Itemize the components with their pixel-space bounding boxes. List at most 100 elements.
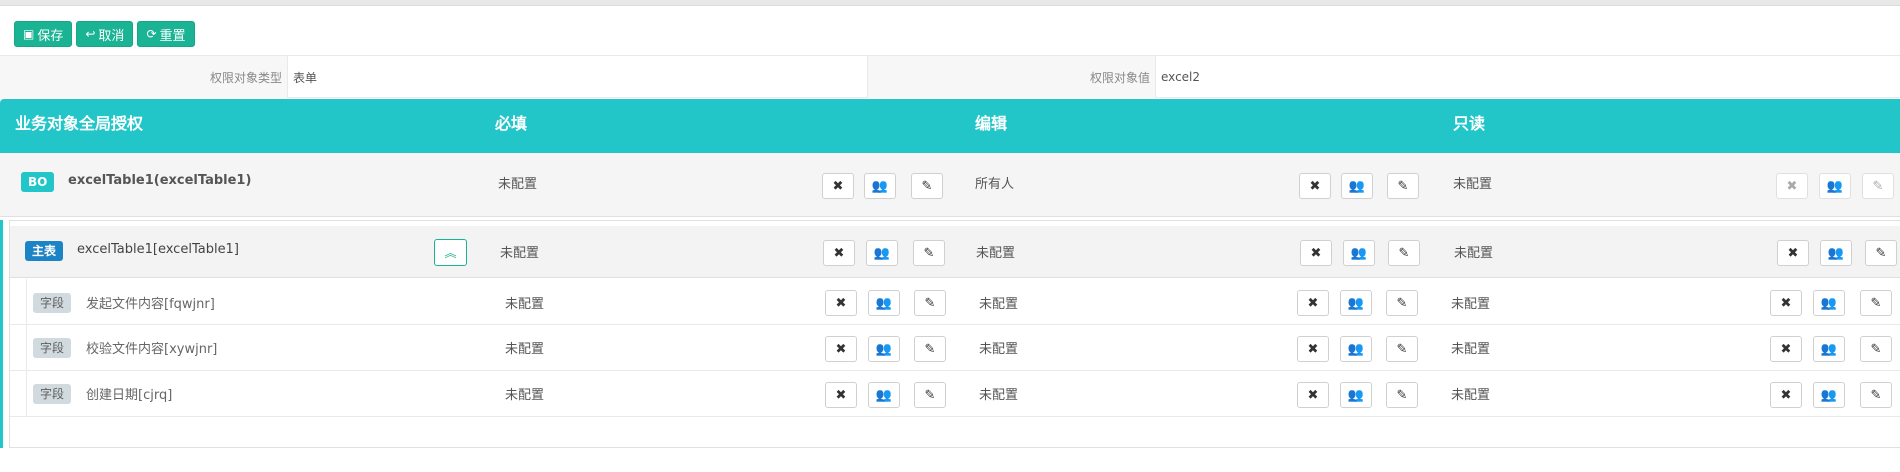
field-required-group-button[interactable]: 👥 bbox=[868, 290, 900, 316]
users-icon: 👥 bbox=[1826, 178, 1844, 194]
field-edit-edit-button[interactable]: ✎ bbox=[1386, 382, 1418, 408]
edit-icon: ✎ bbox=[1396, 295, 1408, 311]
field-required-clear-button[interactable]: ✖ bbox=[825, 336, 857, 362]
main-readonly-edit-button[interactable]: ✎ bbox=[1865, 240, 1897, 266]
users-icon: 👥 bbox=[875, 387, 893, 403]
field-required-edit-button[interactable]: ✎ bbox=[914, 382, 946, 408]
bo-required-clear-button[interactable]: ✖ bbox=[822, 173, 854, 199]
field-readonly-clear-button[interactable]: ✖ bbox=[1770, 290, 1802, 316]
times-icon: ✖ bbox=[1786, 178, 1798, 194]
field-edit-group-button[interactable]: 👥 bbox=[1340, 382, 1372, 408]
save-icon: ▣ bbox=[23, 27, 35, 41]
main-edit-clear-button[interactable]: ✖ bbox=[1300, 240, 1332, 266]
times-icon: ✖ bbox=[833, 245, 845, 261]
main-readonly-clear-button[interactable]: ✖ bbox=[1777, 240, 1809, 266]
bo-edit-value: 所有人 bbox=[975, 177, 1015, 192]
bo-readonly-value: 未配置 bbox=[1453, 177, 1493, 192]
field-readonly-value: 未配置 bbox=[1451, 297, 1491, 312]
reset-button[interactable]: ⟳ 重置 bbox=[137, 21, 195, 47]
field-badge: 字段 bbox=[33, 338, 72, 358]
times-icon: ✖ bbox=[1780, 387, 1792, 403]
edit-icon: ✎ bbox=[921, 178, 933, 194]
field-edit-clear-button[interactable]: ✖ bbox=[1297, 336, 1329, 362]
bo-readonly-clear-button[interactable]: ✖ bbox=[1776, 173, 1808, 199]
header-global-auth: 业务对象全局授权 bbox=[15, 114, 144, 133]
users-icon: 👥 bbox=[1820, 341, 1838, 357]
main-required-edit-button[interactable]: ✎ bbox=[913, 240, 945, 266]
field-edit-group-button[interactable]: 👥 bbox=[1340, 336, 1372, 362]
field-name: 校验文件内容[xywjnr] bbox=[86, 342, 218, 357]
users-icon: 👥 bbox=[875, 341, 893, 357]
bo-edit-edit-button[interactable]: ✎ bbox=[1387, 173, 1419, 199]
field-readonly-group-button[interactable]: 👥 bbox=[1813, 290, 1845, 316]
times-icon: ✖ bbox=[1309, 178, 1321, 194]
times-icon: ✖ bbox=[1307, 387, 1319, 403]
field-required-value: 未配置 bbox=[505, 388, 545, 403]
main-table-row: 主表 excelTable1[excelTable1] ︽ 未配置 ✖ 👥 ✎ … bbox=[10, 226, 1900, 278]
field-required-clear-button[interactable]: ✖ bbox=[825, 382, 857, 408]
reply-icon: ↩ bbox=[85, 27, 96, 41]
permission-info-row: 权限对象类型 表单 权限对象值 excel2 bbox=[0, 55, 1900, 98]
field-edit-clear-button[interactable]: ✖ bbox=[1297, 382, 1329, 408]
main-readonly-group-button[interactable]: 👥 bbox=[1820, 240, 1852, 266]
main-table-section: 主表 excelTable1[excelTable1] ︽ 未配置 ✖ 👥 ✎ … bbox=[0, 220, 1900, 448]
field-edit-edit-button[interactable]: ✎ bbox=[1386, 290, 1418, 316]
field-name: 发起文件内容[fqwjnr] bbox=[86, 297, 215, 312]
main-readonly-value: 未配置 bbox=[1454, 246, 1494, 261]
bo-readonly-edit-button[interactable]: ✎ bbox=[1862, 173, 1894, 199]
field-readonly-group-button[interactable]: 👥 bbox=[1813, 336, 1845, 362]
field-readonly-clear-button[interactable]: ✖ bbox=[1770, 336, 1802, 362]
field-readonly-edit-button[interactable]: ✎ bbox=[1860, 290, 1892, 316]
bo-name: excelTable1(excelTable1) bbox=[68, 173, 252, 188]
toolbar: ▣ 保存 ↩ 取消 ⟳ 重置 bbox=[14, 21, 195, 47]
main-edit-group-button[interactable]: 👥 bbox=[1343, 240, 1375, 266]
bo-edit-group-button[interactable]: 👥 bbox=[1341, 173, 1373, 199]
field-readonly-edit-button[interactable]: ✎ bbox=[1860, 382, 1892, 408]
times-icon: ✖ bbox=[835, 387, 847, 403]
main-required-clear-button[interactable]: ✖ bbox=[823, 240, 855, 266]
field-required-edit-button[interactable]: ✎ bbox=[914, 336, 946, 362]
edit-icon: ✎ bbox=[1870, 295, 1882, 311]
edit-icon: ✎ bbox=[1875, 245, 1887, 261]
field-row: 字段 创建日期[cjrq] 未配置 ✖ 👥 ✎ 未配置 ✖ 👥 ✎ 未配置 ✖ … bbox=[10, 371, 1900, 417]
bo-required-edit-button[interactable]: ✎ bbox=[911, 173, 943, 199]
field-required-clear-button[interactable]: ✖ bbox=[825, 290, 857, 316]
field-edit-clear-button[interactable]: ✖ bbox=[1297, 290, 1329, 316]
refresh-icon: ⟳ bbox=[146, 27, 157, 41]
edit-icon: ✎ bbox=[1872, 178, 1884, 194]
main-required-group-button[interactable]: 👥 bbox=[866, 240, 898, 266]
field-edit-edit-button[interactable]: ✎ bbox=[1386, 336, 1418, 362]
table-header: 业务对象全局授权 必填 编辑 只读 bbox=[0, 99, 1900, 153]
bo-readonly-group-button[interactable]: 👥 bbox=[1819, 173, 1851, 199]
bo-required-group-button[interactable]: 👥 bbox=[864, 173, 896, 199]
times-icon: ✖ bbox=[1780, 295, 1792, 311]
type-value: 表单 bbox=[288, 56, 868, 98]
users-icon: 👥 bbox=[1347, 387, 1365, 403]
save-button[interactable]: ▣ 保存 bbox=[14, 21, 73, 47]
field-required-edit-button[interactable]: ✎ bbox=[914, 290, 946, 316]
users-icon: 👥 bbox=[875, 295, 893, 311]
bo-edit-clear-button[interactable]: ✖ bbox=[1299, 173, 1331, 199]
times-icon: ✖ bbox=[835, 341, 847, 357]
field-readonly-edit-button[interactable]: ✎ bbox=[1860, 336, 1892, 362]
bo-required-value: 未配置 bbox=[498, 177, 538, 192]
edit-icon: ✎ bbox=[1396, 341, 1408, 357]
field-required-value: 未配置 bbox=[505, 297, 545, 312]
field-name: 创建日期[cjrq] bbox=[86, 388, 173, 403]
field-edit-group-button[interactable]: 👥 bbox=[1340, 290, 1372, 316]
type-label: 权限对象类型 bbox=[0, 56, 288, 98]
edit-icon: ✎ bbox=[924, 341, 936, 357]
field-readonly-group-button[interactable]: 👥 bbox=[1813, 382, 1845, 408]
field-required-group-button[interactable]: 👥 bbox=[868, 336, 900, 362]
field-indent-line bbox=[26, 325, 27, 371]
top-border bbox=[0, 0, 1900, 6]
field-required-group-button[interactable]: 👥 bbox=[868, 382, 900, 408]
edit-icon: ✎ bbox=[1397, 178, 1409, 194]
field-readonly-clear-button[interactable]: ✖ bbox=[1770, 382, 1802, 408]
collapse-button[interactable]: ︽ bbox=[434, 239, 467, 266]
main-edit-edit-button[interactable]: ✎ bbox=[1388, 240, 1420, 266]
main-table-box: 主表 excelTable1[excelTable1] ︽ 未配置 ✖ 👥 ✎ … bbox=[9, 220, 1900, 448]
cancel-button[interactable]: ↩ 取消 bbox=[76, 21, 134, 47]
main-edit-value: 未配置 bbox=[976, 246, 1016, 261]
field-badge: 字段 bbox=[33, 384, 72, 404]
